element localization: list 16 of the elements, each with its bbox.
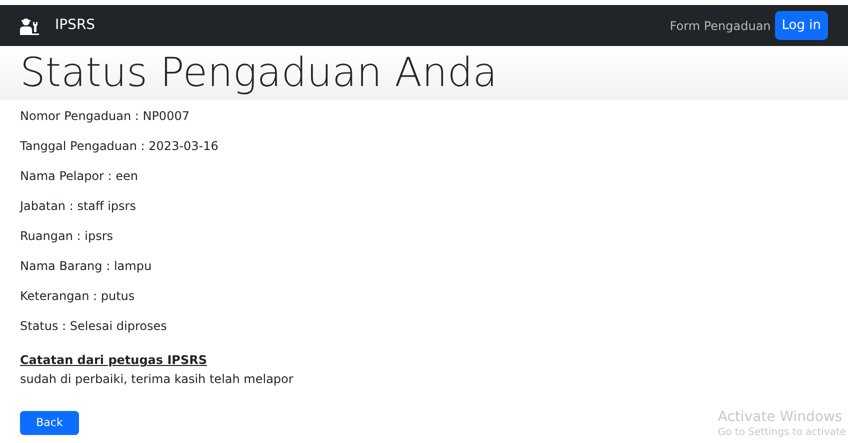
nav-link[interactable]: Form Pengaduan	[670, 16, 771, 34]
detail-text: Jabatan : staff ipsrs	[20, 199, 137, 214]
note-title: Catatan dari petugas IPSRS	[20, 353, 207, 367]
login-button[interactable]: Log in	[774, 10, 828, 40]
detail-text: Nama Pelapor : een	[20, 169, 140, 184]
detail-text: Nama Barang : lampu	[20, 259, 153, 274]
worker-icon	[20, 16, 39, 34]
detail-text: Keterangan : putus	[20, 289, 136, 304]
page-title: Status Pengaduan Anda	[20, 53, 498, 93]
detail-text: Status : Selesai diproses	[20, 319, 168, 334]
detail-text: Nomor Pengaduan : NP0007	[20, 109, 190, 124]
back-button[interactable]: Back	[20, 411, 79, 435]
brand-link[interactable]: IPSRS	[55, 15, 96, 36]
detail-text: Ruangan : ipsrs	[20, 229, 114, 244]
detail-text: Tanggal Pengaduan : 2023-03-16	[20, 139, 220, 154]
note-text: sudah di perbaiki, terima kasih telah melapor	[20, 371, 294, 388]
